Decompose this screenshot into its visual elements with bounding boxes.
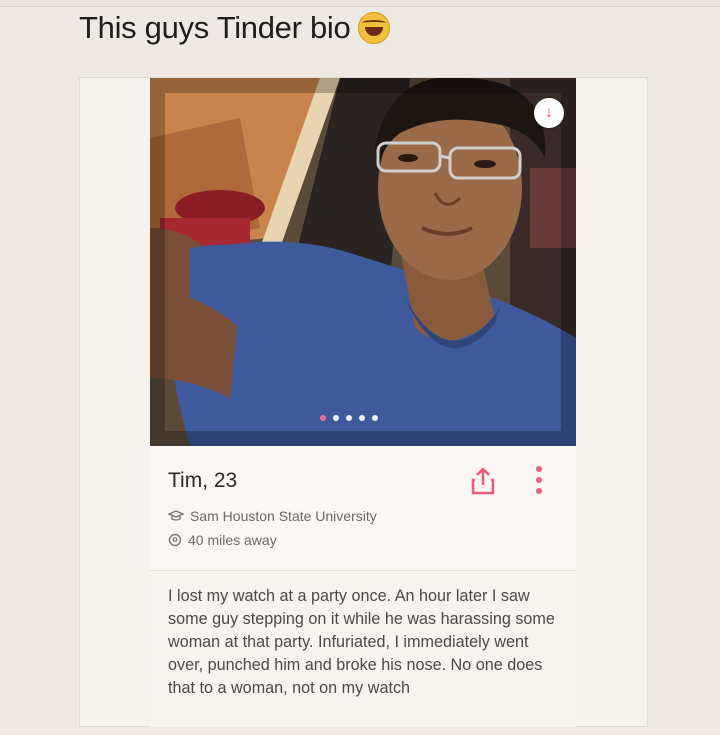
graduation-cap-icon [168, 510, 184, 521]
page-dot[interactable] [320, 415, 326, 421]
more-options-icon[interactable] [536, 466, 542, 494]
school-name: Sam Houston State University [190, 508, 377, 524]
arrow-down-icon[interactable]: ↓ [534, 98, 564, 128]
page-dot[interactable] [372, 415, 378, 421]
profile-info: Tim, 23 Sam Houston State University 40 … [150, 446, 576, 727]
bio-text: I lost my watch at a party once. An hour… [168, 587, 555, 697]
photo-pagination [320, 415, 378, 421]
page-dot[interactable] [333, 415, 339, 421]
distance-text: 40 miles away [188, 532, 277, 548]
top-border [0, 0, 720, 7]
share-icon[interactable] [470, 466, 496, 496]
page-dot[interactable] [359, 415, 365, 421]
profile-name-age: Tim, 23 [168, 469, 238, 492]
laughing-emoji-icon [358, 12, 391, 44]
caption-text: This guys Tinder bio [79, 10, 351, 45]
school-row: Sam Houston State University [168, 508, 377, 524]
location-pin-icon [168, 533, 182, 547]
profile-card: ↓ Tim, 23 Sam Houston State University 4… [79, 77, 648, 727]
bio-section: I lost my watch at a party once. An hour… [150, 570, 576, 727]
distance-row: 40 miles away [168, 532, 277, 548]
photo-illustration [150, 78, 576, 446]
page-dot[interactable] [346, 415, 352, 421]
profile-photo[interactable]: ↓ [150, 78, 576, 446]
post-caption: This guys Tinder bio [79, 10, 391, 46]
